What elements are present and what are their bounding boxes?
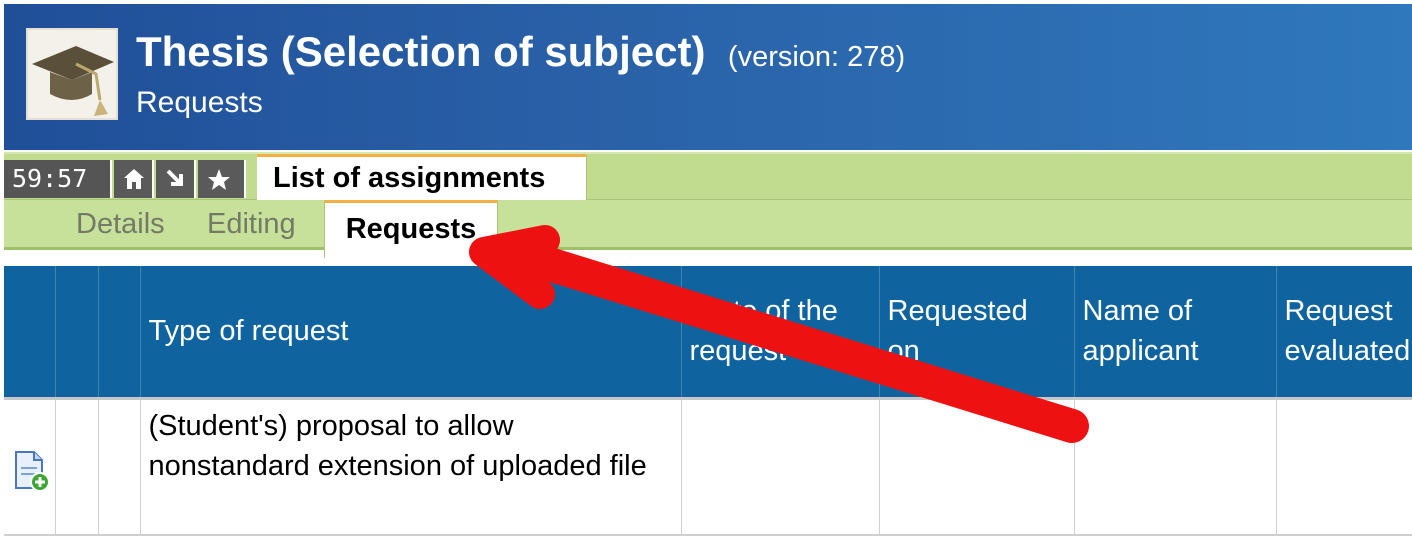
- row-blank-cell: [55, 396, 99, 536]
- favorite-button[interactable]: [198, 160, 246, 198]
- column-header-requested-on[interactable]: Requested on: [879, 266, 1075, 398]
- tab-requests[interactable]: Requests: [324, 200, 498, 258]
- graduation-cap-icon: [26, 28, 118, 120]
- star-icon: [208, 169, 230, 190]
- request-type-cell: (Student's) proposal to allow nonstandar…: [140, 396, 682, 536]
- column-header-blank-2: [55, 266, 99, 398]
- table-header-row: Type of request State of the request Req…: [4, 266, 1412, 398]
- column-header-type[interactable]: Type of request: [140, 266, 682, 398]
- request-state-cell: [681, 396, 880, 536]
- jump-button[interactable]: [156, 160, 196, 198]
- subtab-bar: Details Editing Requests: [4, 200, 1412, 258]
- column-header-blank-1: [4, 266, 56, 398]
- app-header: Thesis (Selection of subject) (version: …: [4, 4, 1412, 150]
- tab-details[interactable]: Details: [76, 208, 165, 241]
- home-icon: [124, 169, 144, 189]
- page-subtitle: Requests: [136, 86, 263, 119]
- evaluated-cell: [1276, 396, 1412, 536]
- version-label: (version: 278): [727, 41, 906, 73]
- session-timer: 59:57: [4, 160, 112, 198]
- table-row: (Student's) proposal to allow nonstandar…: [4, 396, 1412, 536]
- applicant-cell: [1074, 396, 1277, 536]
- column-header-evaluated[interactable]: Request evaluated: [1276, 266, 1412, 398]
- arrow-down-right-icon: [166, 169, 183, 186]
- requests-table: Type of request State of the request Req…: [4, 266, 1412, 536]
- requested-on-cell: [879, 396, 1075, 536]
- row-blank-cell: [98, 396, 141, 536]
- column-header-state[interactable]: State of the request: [681, 266, 880, 398]
- page-title: Thesis (Selection of subject): [136, 28, 706, 75]
- toolbar: 59:57 List of assignments: [4, 152, 1412, 200]
- home-button[interactable]: [114, 160, 154, 198]
- tab-editing[interactable]: Editing: [207, 208, 296, 241]
- add-document-icon[interactable]: [12, 450, 52, 494]
- column-header-applicant[interactable]: Name of applicant: [1074, 266, 1277, 398]
- tab-list-of-assignments[interactable]: List of assignments: [257, 154, 587, 200]
- column-header-blank-3: [98, 266, 141, 398]
